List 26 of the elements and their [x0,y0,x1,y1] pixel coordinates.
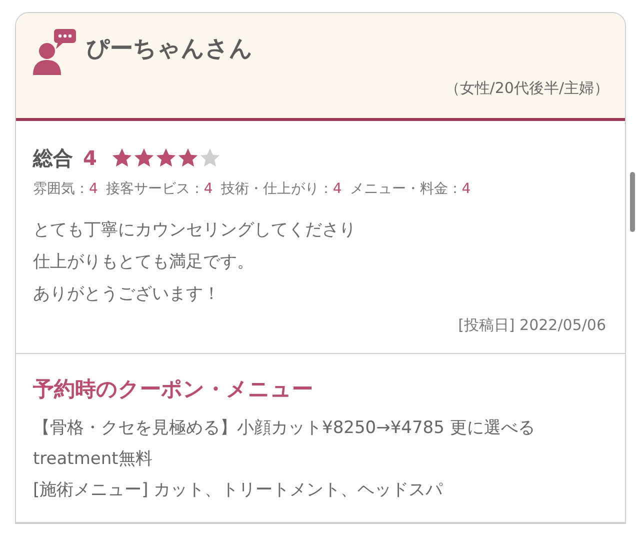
user-comment-icon [32,29,78,75]
comment-text: ありがとうございます！ [33,283,221,306]
star-icon [154,147,177,169]
star-icon [132,147,155,169]
coupon-description: 【骨格・クセを見極める】小顔カット¥8250→¥4785 更に選べるtreatment無料 [33,417,536,471]
scrollbar [630,172,635,232]
rating-label: 技術・仕上がり： [220,180,333,199]
rating-label: メニュー・料金： [350,180,462,199]
rating-label: 接客サービス： [106,180,204,199]
posted-date: [投稿日] 2022/05/06 [458,315,606,336]
star-icon [176,147,199,169]
star-icon [110,147,133,169]
comment-text: 仕上がりもとても満足です。 [33,251,255,274]
rating-value: 4 [89,180,98,199]
rating-value: 4 [204,180,213,199]
rating-label: 雰囲気： [33,180,89,199]
comment-text: とても丁寧にカウンセリングしてくださり [33,219,357,242]
reviewer-profile: （女性/20代後半/主婦） [444,78,609,99]
rating-value: 4 [462,180,471,199]
star-icon [198,147,221,169]
overall-score: 4 [83,145,97,172]
coupon-title: 予約時のクーポン・メニュー [33,376,314,402]
reviewer-name: ぴーちゃんさん [86,34,253,64]
overall-label: 総合 [33,145,73,172]
rating-value: 4 [332,180,342,199]
menu-text: [施術メニュー] カット、トリートメント、ヘッドスパ [33,479,444,502]
